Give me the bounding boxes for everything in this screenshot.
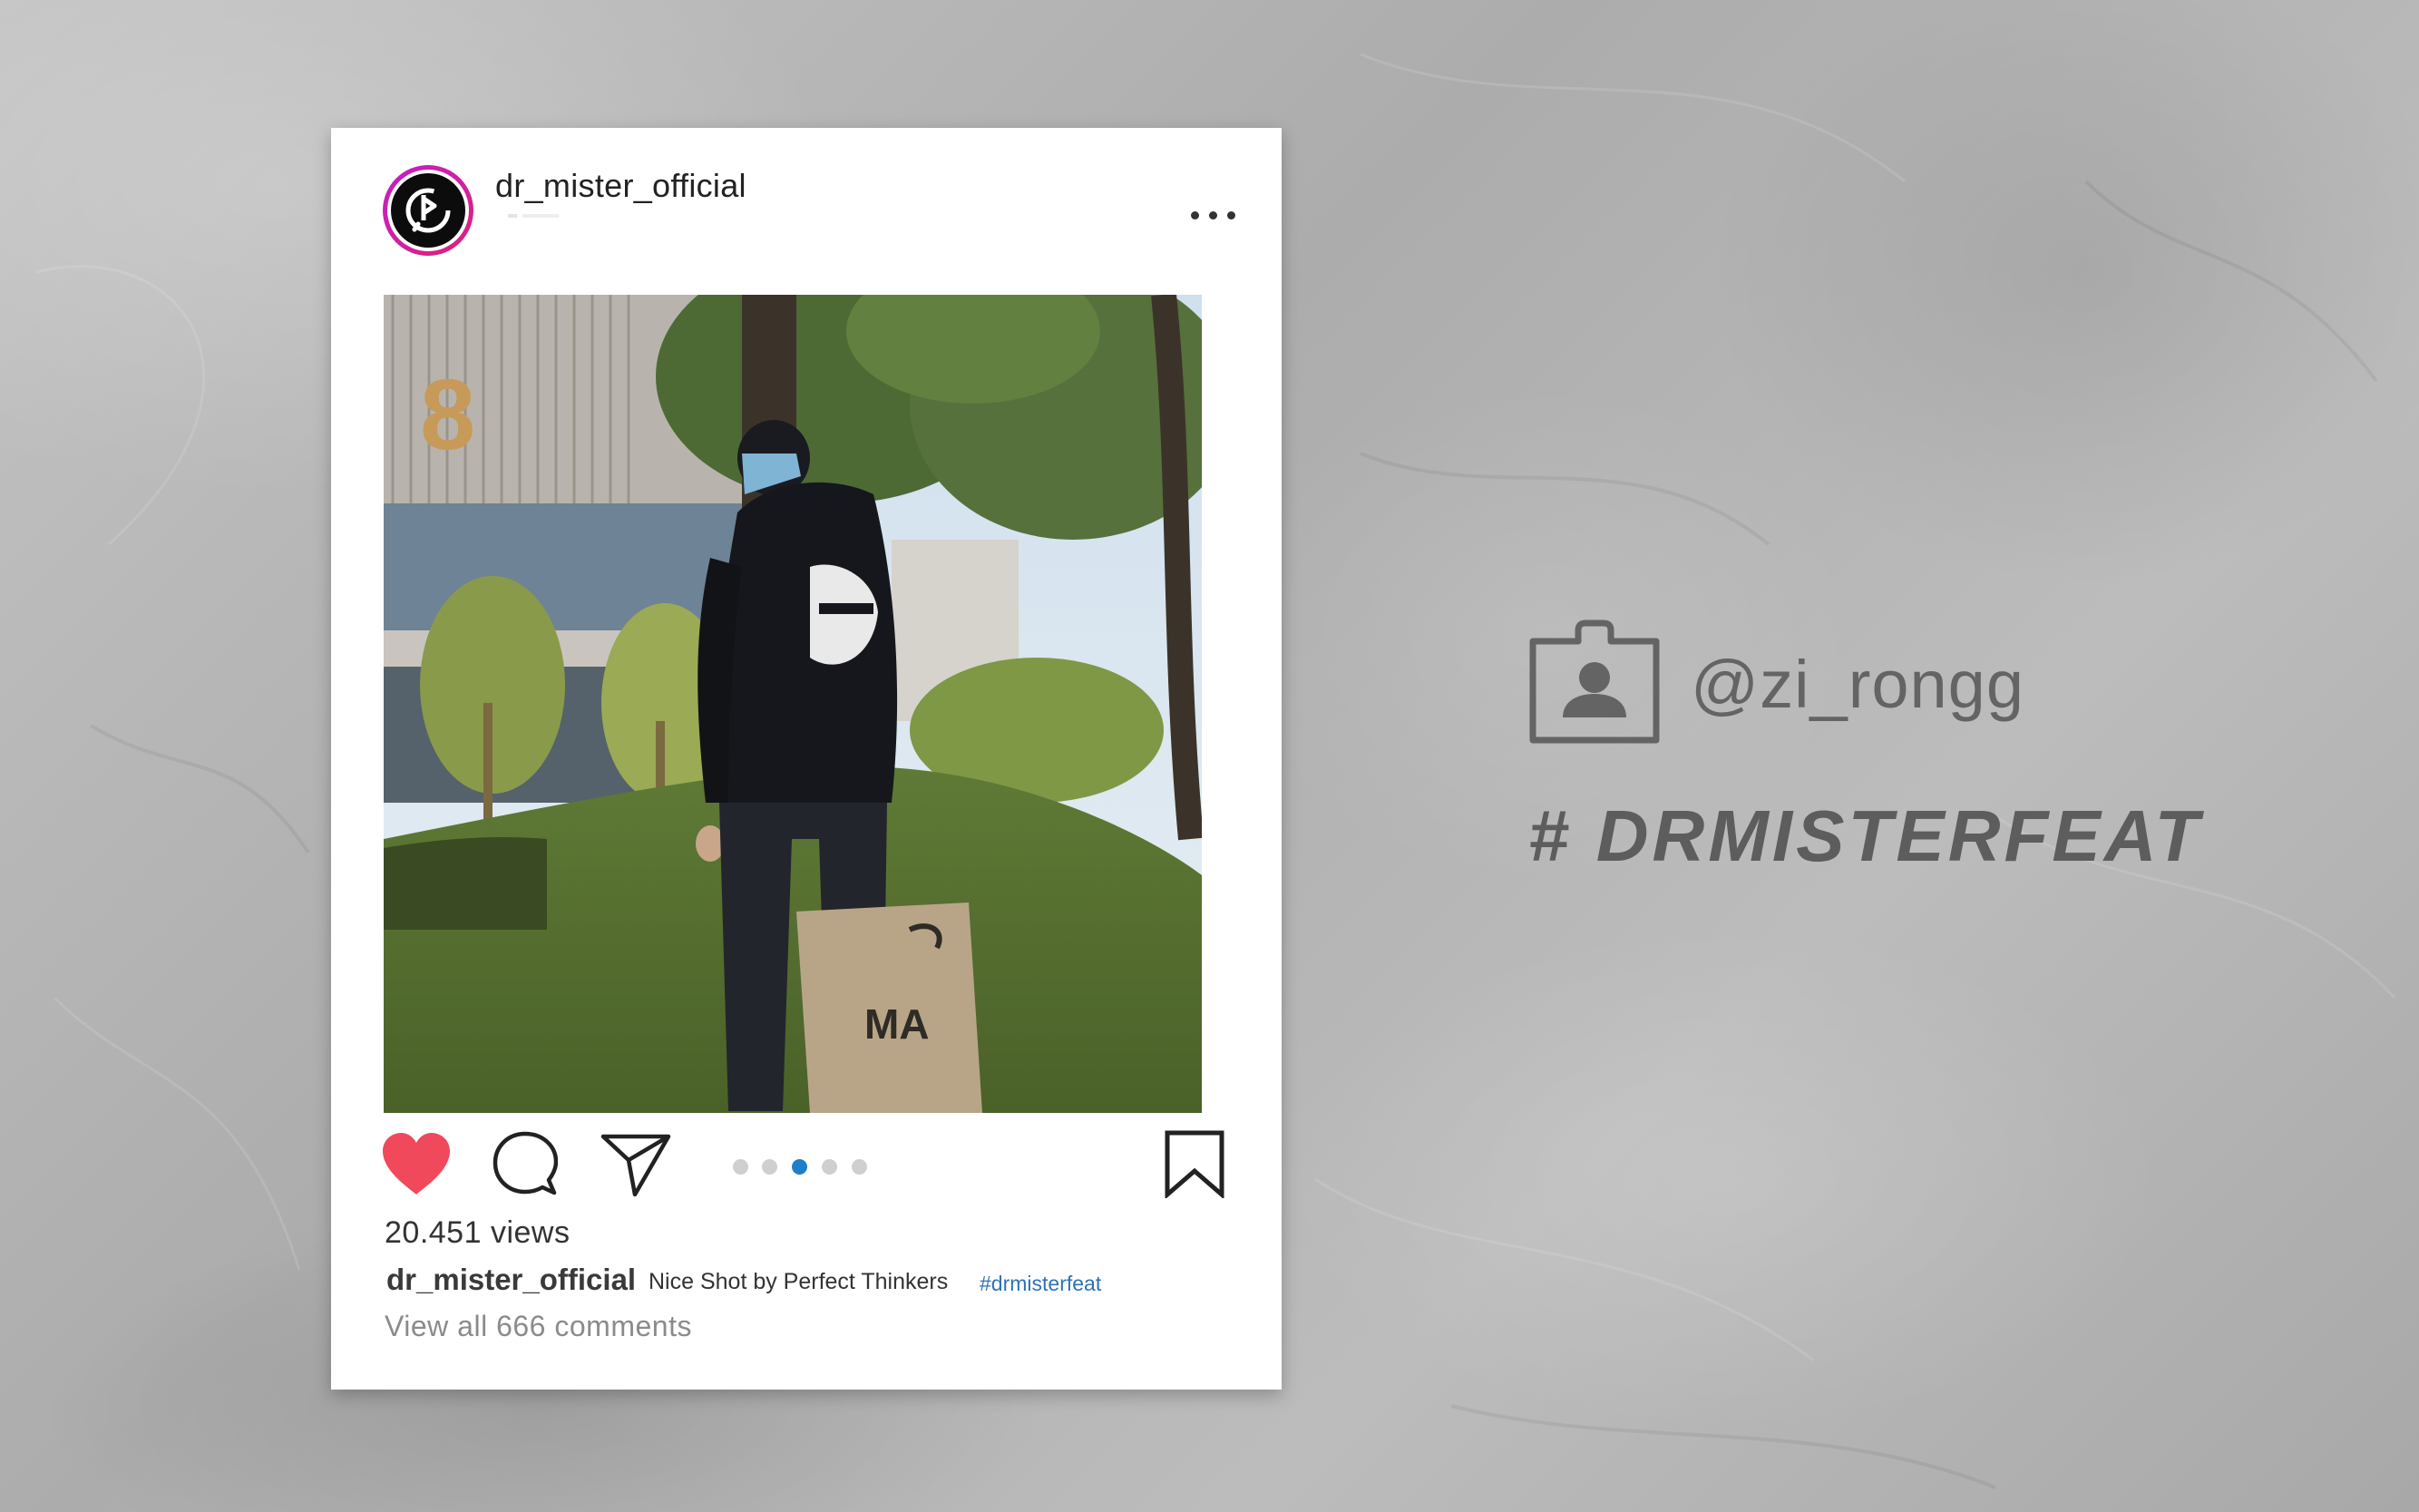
carousel-dot — [822, 1159, 837, 1175]
credit-hashtag: # DRMISTERFEAT — [1528, 795, 2203, 876]
location-line-faded — [508, 214, 559, 218]
avatar-border — [387, 170, 469, 251]
svg-text:8: 8 — [420, 359, 475, 471]
save-button[interactable] — [1164, 1129, 1225, 1200]
post-username[interactable]: dr_mister_official — [495, 167, 746, 205]
photo-illustration: 8 MA — [384, 295, 1202, 1113]
brand-logo-icon — [405, 188, 451, 233]
bookmark-icon — [1165, 1130, 1224, 1200]
profile-picture — [391, 173, 465, 248]
post-photo[interactable]: 8 MA — [384, 295, 1202, 1113]
comment-icon — [493, 1131, 559, 1195]
carousel-dot-active — [792, 1159, 807, 1175]
credit-handle: @zi_rongg — [1691, 647, 2024, 722]
carousel-dot — [762, 1159, 777, 1175]
carousel-dot — [733, 1159, 748, 1175]
instagram-post-card: dr_mister_official 8 MA 20.451 views dr_… — [331, 128, 1282, 1390]
caption-hashtag[interactable]: #drmisterfeat — [980, 1272, 1101, 1296]
view-all-comments-link[interactable]: View all 666 comments — [385, 1310, 692, 1343]
view-count: 20.451 views — [385, 1215, 571, 1250]
carousel-dot — [852, 1159, 867, 1175]
caption-username[interactable]: dr_mister_official — [386, 1263, 636, 1297]
send-icon — [600, 1134, 671, 1197]
svg-text:MA: MA — [864, 1000, 930, 1048]
heart-icon — [383, 1133, 450, 1195]
caption-text: Nice Shot by Perfect Thinkers — [649, 1269, 949, 1294]
comment-button[interactable] — [493, 1131, 559, 1196]
carousel-indicator — [733, 1159, 878, 1177]
share-button[interactable] — [600, 1133, 671, 1197]
more-options-icon[interactable] — [1188, 204, 1239, 226]
id-badge-icon — [1529, 619, 1660, 744]
avatar[interactable] — [383, 165, 473, 256]
like-button[interactable] — [381, 1131, 452, 1196]
